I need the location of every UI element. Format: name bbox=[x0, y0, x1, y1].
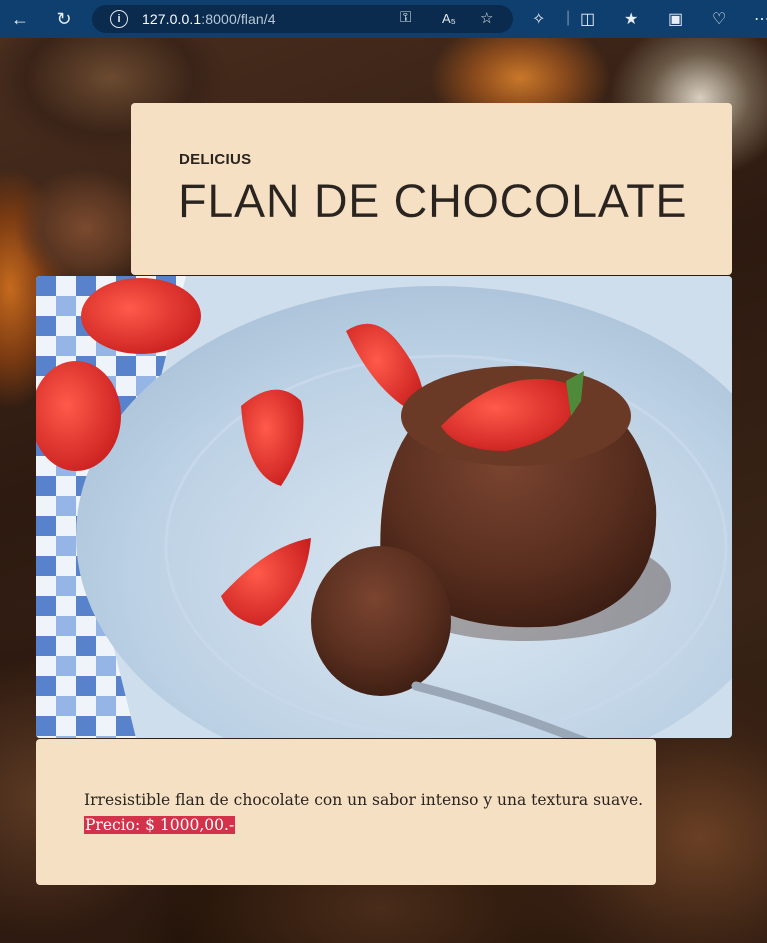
health-icon[interactable]: ♡ bbox=[712, 9, 726, 29]
description-card: Irresistible flan de chocolate con un sa… bbox=[36, 739, 656, 885]
collections-icon[interactable]: ▣ bbox=[668, 9, 683, 29]
refresh-button[interactable]: ↻ bbox=[46, 0, 82, 38]
description-text: Irresistible flan de chocolate con un sa… bbox=[84, 791, 644, 809]
price-label: Precio: $ 1000,00.- bbox=[84, 816, 236, 834]
more-icon[interactable]: ⋯ bbox=[754, 9, 767, 29]
read-aloud-icon[interactable]: A₅ bbox=[442, 11, 456, 26]
page-title: FLAN DE CHOCOLATE bbox=[178, 174, 688, 227]
favorites-icon[interactable]: ★ bbox=[624, 9, 638, 29]
url-host: 127.0.0.1 bbox=[142, 11, 202, 27]
extensions-icon[interactable]: ✧ bbox=[532, 9, 545, 29]
title-card: DELICIUS FLAN DE CHOCOLATE bbox=[131, 103, 732, 275]
url-text[interactable]: 127.0.0.1:8000/flan/4 bbox=[142, 11, 276, 27]
divider: | bbox=[566, 9, 571, 26]
split-screen-icon[interactable]: ◫ bbox=[580, 9, 595, 29]
back-button[interactable]: ← bbox=[2, 0, 38, 38]
url-path: :8000/flan/4 bbox=[201, 11, 276, 27]
site-info-icon[interactable]: i bbox=[110, 10, 128, 28]
kicker: DELICIUS bbox=[179, 151, 252, 168]
browser-toolbar: ← ↻ i 127.0.0.1:8000/flan/4 ⚿ A₅ ☆ ✧ | ◫… bbox=[0, 0, 767, 38]
star-icon[interactable]: ☆ bbox=[480, 9, 493, 27]
arrow-left-icon: ← bbox=[11, 8, 29, 29]
key-icon[interactable]: ⚿ bbox=[400, 9, 411, 26]
refresh-icon: ↻ bbox=[56, 8, 72, 29]
address-bar[interactable]: i 127.0.0.1:8000/flan/4 ⚿ A₅ ☆ bbox=[92, 5, 513, 33]
flan-image bbox=[36, 276, 732, 738]
flan-photo bbox=[36, 276, 732, 738]
